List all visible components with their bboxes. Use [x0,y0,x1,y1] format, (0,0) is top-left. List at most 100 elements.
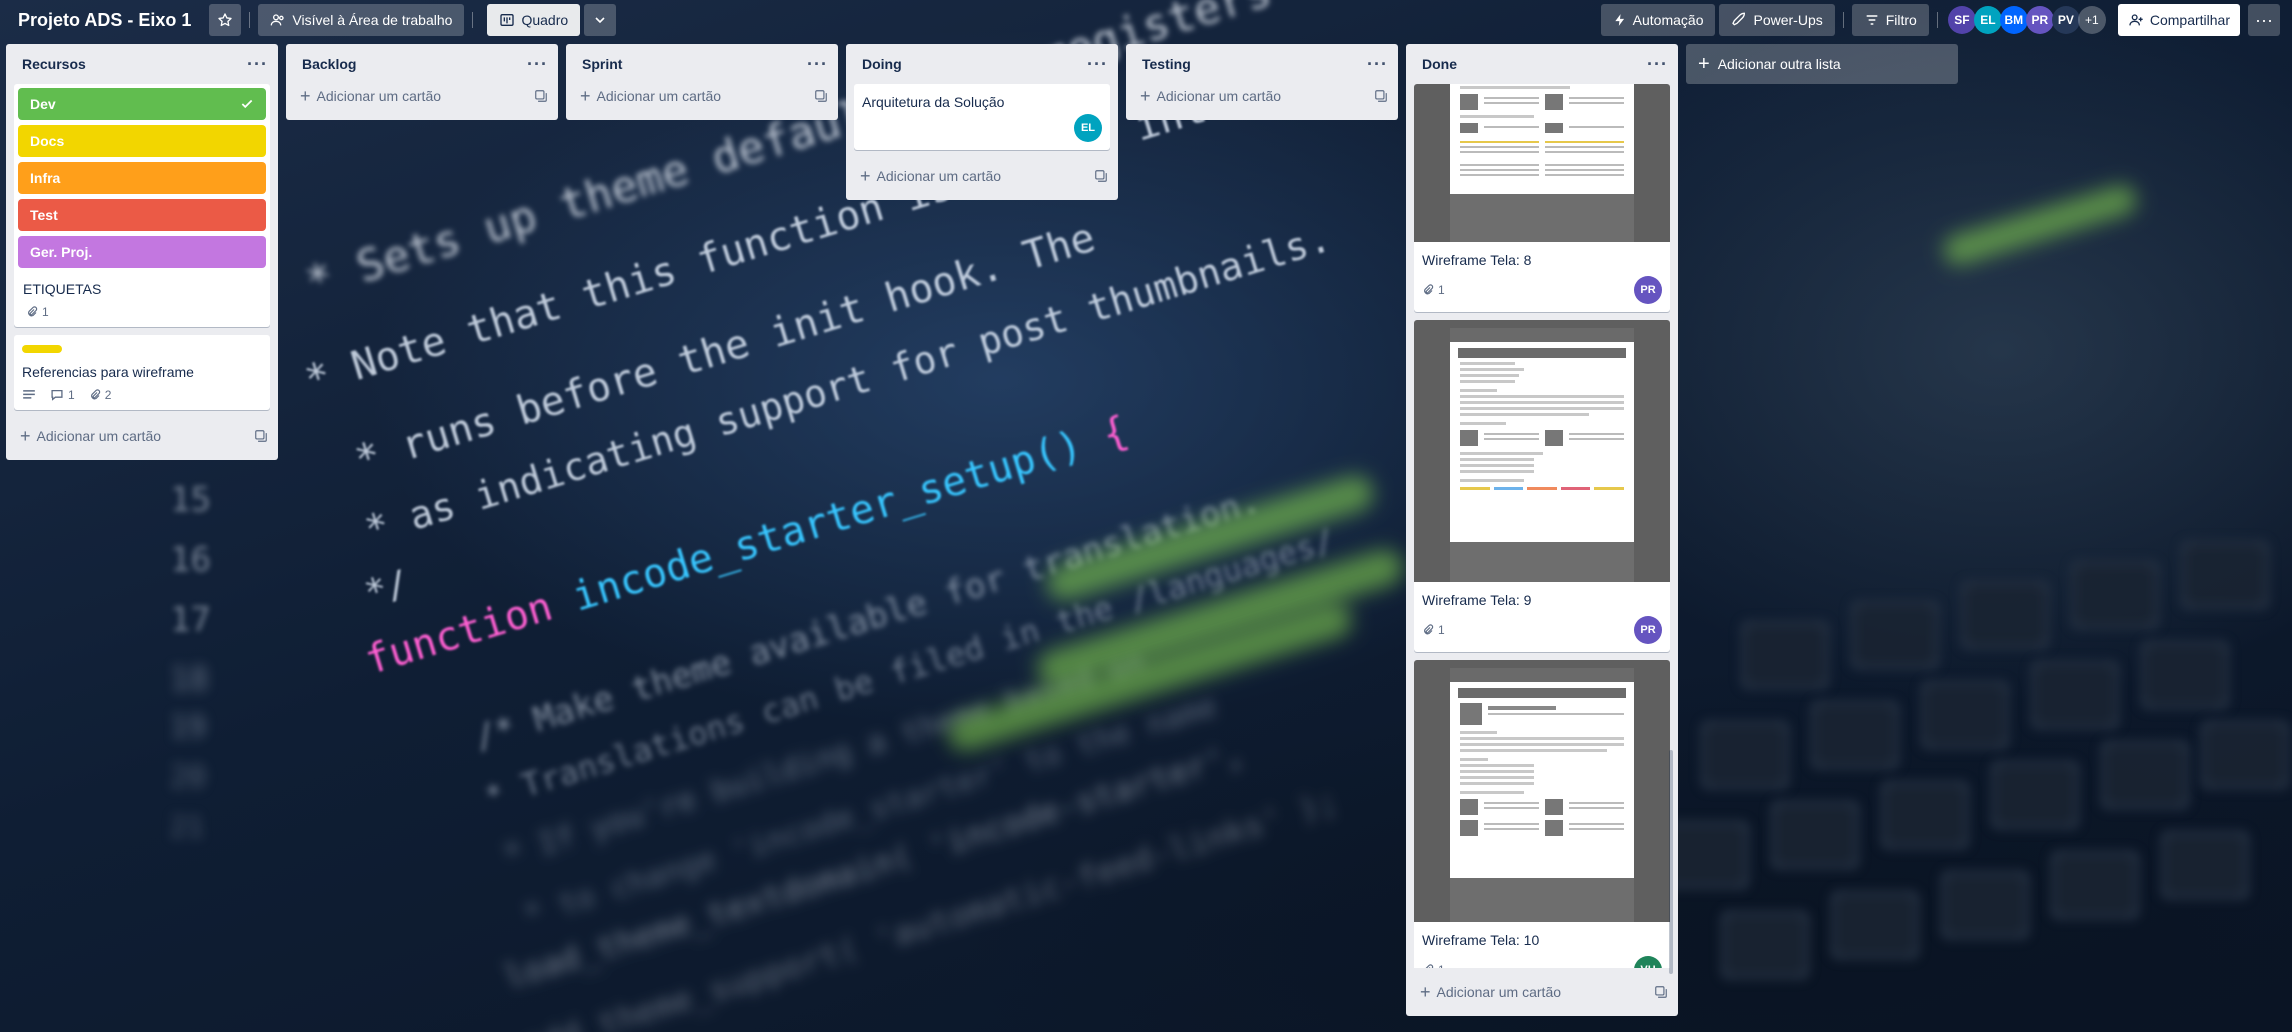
member-avatar[interactable]: VH [1634,956,1662,968]
attachments-count: 1 [42,305,49,319]
list-recursos: Recursos ··· Dev Docs Infra Test Ger. Pr… [6,44,278,460]
card-members: EL [854,114,1110,150]
member-avatar[interactable]: PV [2051,6,2080,34]
member-avatar[interactable]: PR [1634,616,1662,644]
add-card-button[interactable]: + Adicionar um cartão [566,78,838,114]
list-menu-icon[interactable]: ··· [807,55,828,73]
template-icon[interactable] [534,89,548,103]
card-wireframe-9[interactable]: Wireframe Tela: 9 1 PR [1414,320,1670,652]
check-icon [241,99,253,109]
divider [472,12,474,28]
label-test[interactable]: Test [18,199,266,231]
member-avatar[interactable]: SF [1947,6,1976,34]
board-menu-button[interactable]: ··· [2248,4,2280,36]
list-title[interactable]: Sprint [582,56,622,72]
automation-button[interactable]: Automação [1600,4,1716,36]
card-wireframe-10[interactable]: Wireframe Tela: 10 1 VH [1414,660,1670,968]
more-icon: ··· [2255,10,2273,30]
member-avatar[interactable]: EL [1973,6,2002,34]
paperclip-icon [90,389,100,400]
more-members-button[interactable]: +1 [2077,6,2106,34]
add-card-label: Adicionar um cartão [596,88,722,104]
label-infra[interactable]: Infra [18,162,266,194]
member-avatar[interactable]: EL [1074,114,1102,142]
template-icon[interactable] [1654,985,1668,999]
plus-icon: + [20,425,31,446]
paperclip-icon [1424,284,1434,295]
list-menu-icon[interactable]: ··· [247,55,268,73]
list-done: Done ··· Wireframe Tela: 8 1 PR Wirefram… [1406,44,1678,1016]
list-menu-icon[interactable]: ··· [1647,55,1668,73]
filter-button[interactable]: Filtro [1851,4,1929,36]
add-card-button[interactable]: + Adicionar um cartão [1406,974,1678,1010]
label-name: Docs [30,133,65,149]
view-dropdown-button[interactable] [584,4,617,36]
list-menu-icon[interactable]: ··· [1367,55,1388,73]
card-badges: 1 2 [14,384,270,410]
add-card-label: Adicionar um cartão [316,88,442,104]
board-header: Projeto ADS - Eixo 1 Visível à Área de t… [0,0,2292,40]
list-title[interactable]: Backlog [302,56,356,72]
divider [1842,12,1844,28]
label-docs[interactable]: Docs [18,125,266,157]
label-name: Test [30,207,58,223]
label-name: Dev [30,96,56,112]
star-button[interactable] [209,4,242,36]
list-title[interactable]: Recursos [22,56,86,72]
comments-badge: 1 [50,388,75,402]
add-list-button[interactable]: + Adicionar outra lista [1686,44,1958,84]
list-menu-icon[interactable]: ··· [1087,55,1108,73]
board-title[interactable]: Projeto ADS - Eixo 1 [8,10,201,31]
labels-card[interactable]: Dev Docs Infra Test Ger. Proj. ETIQUETAS… [14,84,270,327]
filter-icon [1866,15,1878,25]
list-scrollbar[interactable] [1669,750,1673,974]
powerups-label: Power-Ups [1753,12,1823,28]
card-label-docs[interactable] [22,345,62,353]
board-background: * Sets up theme defaults and registers *… [0,0,2292,1032]
plus-icon: + [860,165,871,186]
list-menu-icon[interactable]: ··· [527,55,548,73]
plus-icon: + [300,85,311,106]
attachments-count: 1 [1438,963,1445,968]
list-title[interactable]: Doing [862,56,902,72]
attachments-count: 1 [1438,283,1445,297]
description-icon [23,390,35,399]
list-cards-scroll[interactable]: Wireframe Tela: 8 1 PR Wireframe Tela: 9… [1406,84,1678,968]
list-title[interactable]: Testing [1142,56,1191,72]
template-icon[interactable] [1094,169,1108,183]
card-wireframe-8[interactable]: Wireframe Tela: 8 1 PR [1414,84,1670,312]
add-card-button[interactable]: + Adicionar um cartão [286,78,558,114]
star-icon [218,13,233,27]
add-card-button[interactable]: + Adicionar um cartão [6,418,278,454]
add-card-label: Adicionar um cartão [1436,984,1562,1000]
member-avatar[interactable]: PR [1634,276,1662,304]
add-card-button[interactable]: + Adicionar um cartão [846,158,1118,194]
divider [249,12,251,28]
label-ger-proj[interactable]: Ger. Proj. [18,236,266,268]
card-cover-image [1414,660,1670,922]
label-dev[interactable]: Dev [18,88,266,120]
add-list-label: Adicionar outra lista [1717,56,1841,72]
attachments-badge: 1 [26,305,49,319]
template-icon[interactable] [254,429,268,443]
template-icon[interactable] [1374,89,1388,103]
paperclip-icon [1424,624,1434,635]
member-avatar[interactable]: PR [2025,6,2054,34]
attachments-badge: 1 [1422,283,1445,297]
share-button[interactable]: Compartilhar [2117,4,2240,36]
view-switcher-button[interactable]: Quadro [487,4,581,36]
chevron-down-icon [595,17,605,24]
add-card-button[interactable]: + Adicionar um cartão [1126,78,1398,114]
list-title[interactable]: Done [1422,56,1457,72]
card-referencias[interactable]: Referencias para wireframe 1 2 [14,335,270,410]
visibility-button[interactable]: Visível à Área de trabalho [258,4,465,36]
card-arquitetura[interactable]: Arquitetura da Solução EL [854,84,1110,150]
filter-label: Filtro [1885,12,1917,28]
powerups-button[interactable]: Power-Ups [1719,4,1835,36]
card-title: ETIQUETAS [23,281,102,297]
board-members: SF EL BM PR PV +1 [1947,6,2106,34]
attachments-count: 2 [104,388,112,402]
card-title: Arquitetura da Solução [862,94,1005,110]
member-avatar[interactable]: BM [1999,6,2028,34]
template-icon[interactable] [814,89,828,103]
